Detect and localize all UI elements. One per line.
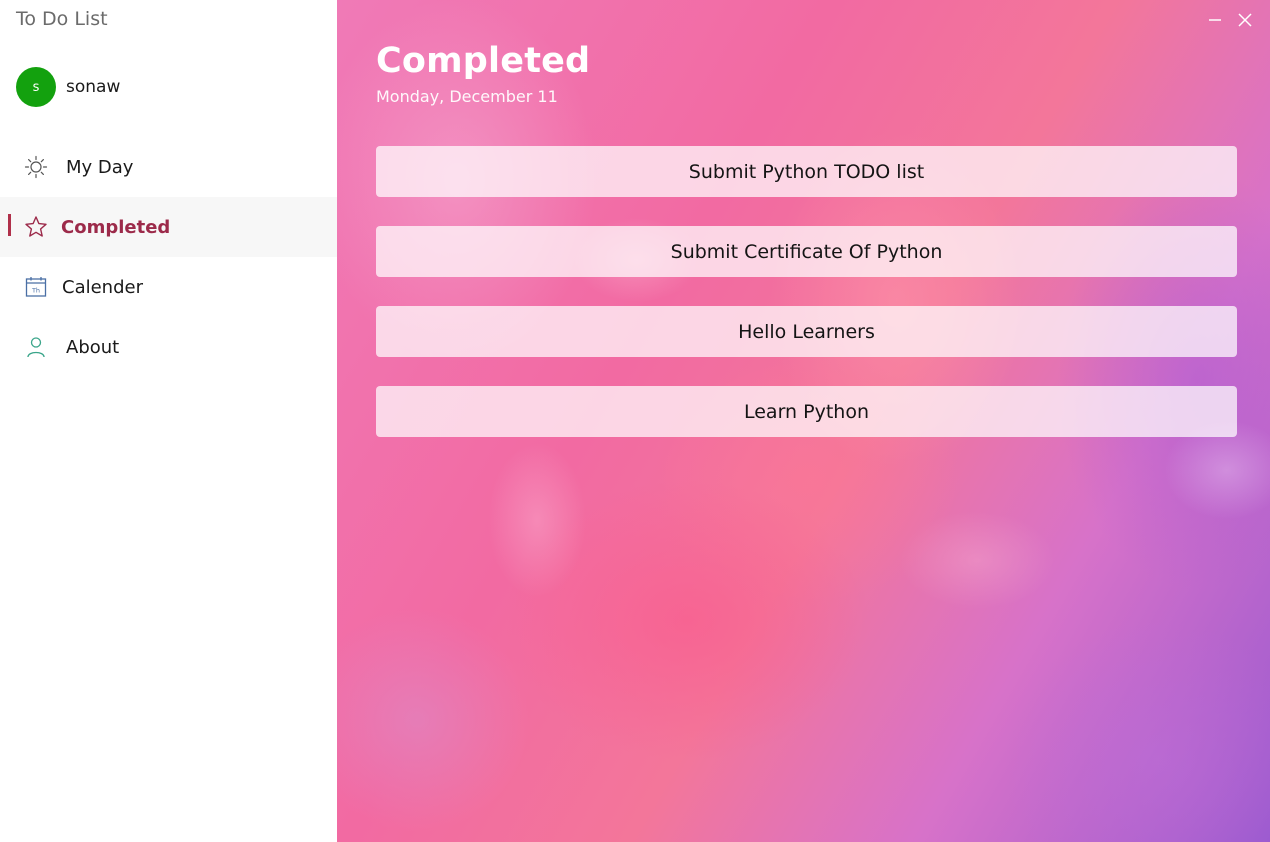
- person-icon: [24, 335, 48, 359]
- main-panel: Completed Monday, December 11 Submit Pyt…: [337, 0, 1270, 842]
- sidebar-item-label: Calender: [62, 276, 143, 298]
- avatar[interactable]: s: [16, 67, 56, 107]
- close-icon: [1237, 12, 1253, 33]
- sidebar-item-label: My Day: [66, 156, 134, 178]
- task-label: Hello Learners: [738, 320, 875, 343]
- task-label: Submit Python TODO list: [688, 160, 925, 183]
- app-title: To Do List: [16, 8, 108, 30]
- sidebar-nav: My Day Completed Th Calender About: [0, 137, 337, 377]
- app-window: To Do List s sonaw My Day Completed Th C…: [0, 0, 1270, 842]
- minimize-button[interactable]: [1200, 10, 1230, 34]
- svg-text:Th: Th: [31, 287, 40, 295]
- task-label: Submit Certificate Of Python: [670, 240, 943, 263]
- page-title: Completed: [376, 41, 591, 81]
- username: sonaw: [66, 77, 121, 97]
- calendar-icon: Th: [24, 275, 48, 299]
- task-item[interactable]: Hello Learners: [376, 306, 1237, 357]
- page-date: Monday, December 11: [376, 87, 558, 106]
- sidebar-item-label: About: [66, 336, 120, 358]
- minimize-icon: [1207, 12, 1223, 33]
- task-label: Learn Python: [743, 400, 869, 423]
- sidebar-item-completed[interactable]: Completed: [0, 197, 337, 257]
- sidebar-item-calender[interactable]: Th Calender: [0, 257, 337, 317]
- close-button[interactable]: [1230, 10, 1260, 34]
- task-item[interactable]: Learn Python: [376, 386, 1237, 437]
- user-profile[interactable]: s sonaw: [16, 67, 120, 107]
- task-item[interactable]: Submit Python TODO list: [376, 146, 1237, 197]
- sidebar-item-my-day[interactable]: My Day: [0, 137, 337, 197]
- sidebar-item-label: Completed: [61, 216, 171, 238]
- sidebar-item-about[interactable]: About: [0, 317, 337, 377]
- star-icon: [24, 215, 48, 239]
- task-item[interactable]: Submit Certificate Of Python: [376, 226, 1237, 277]
- window-controls: [1200, 10, 1260, 34]
- sidebar: To Do List s sonaw My Day Completed Th C…: [0, 0, 337, 842]
- sun-icon: [24, 155, 48, 179]
- task-list: Submit Python TODO list Submit Certifica…: [376, 146, 1237, 466]
